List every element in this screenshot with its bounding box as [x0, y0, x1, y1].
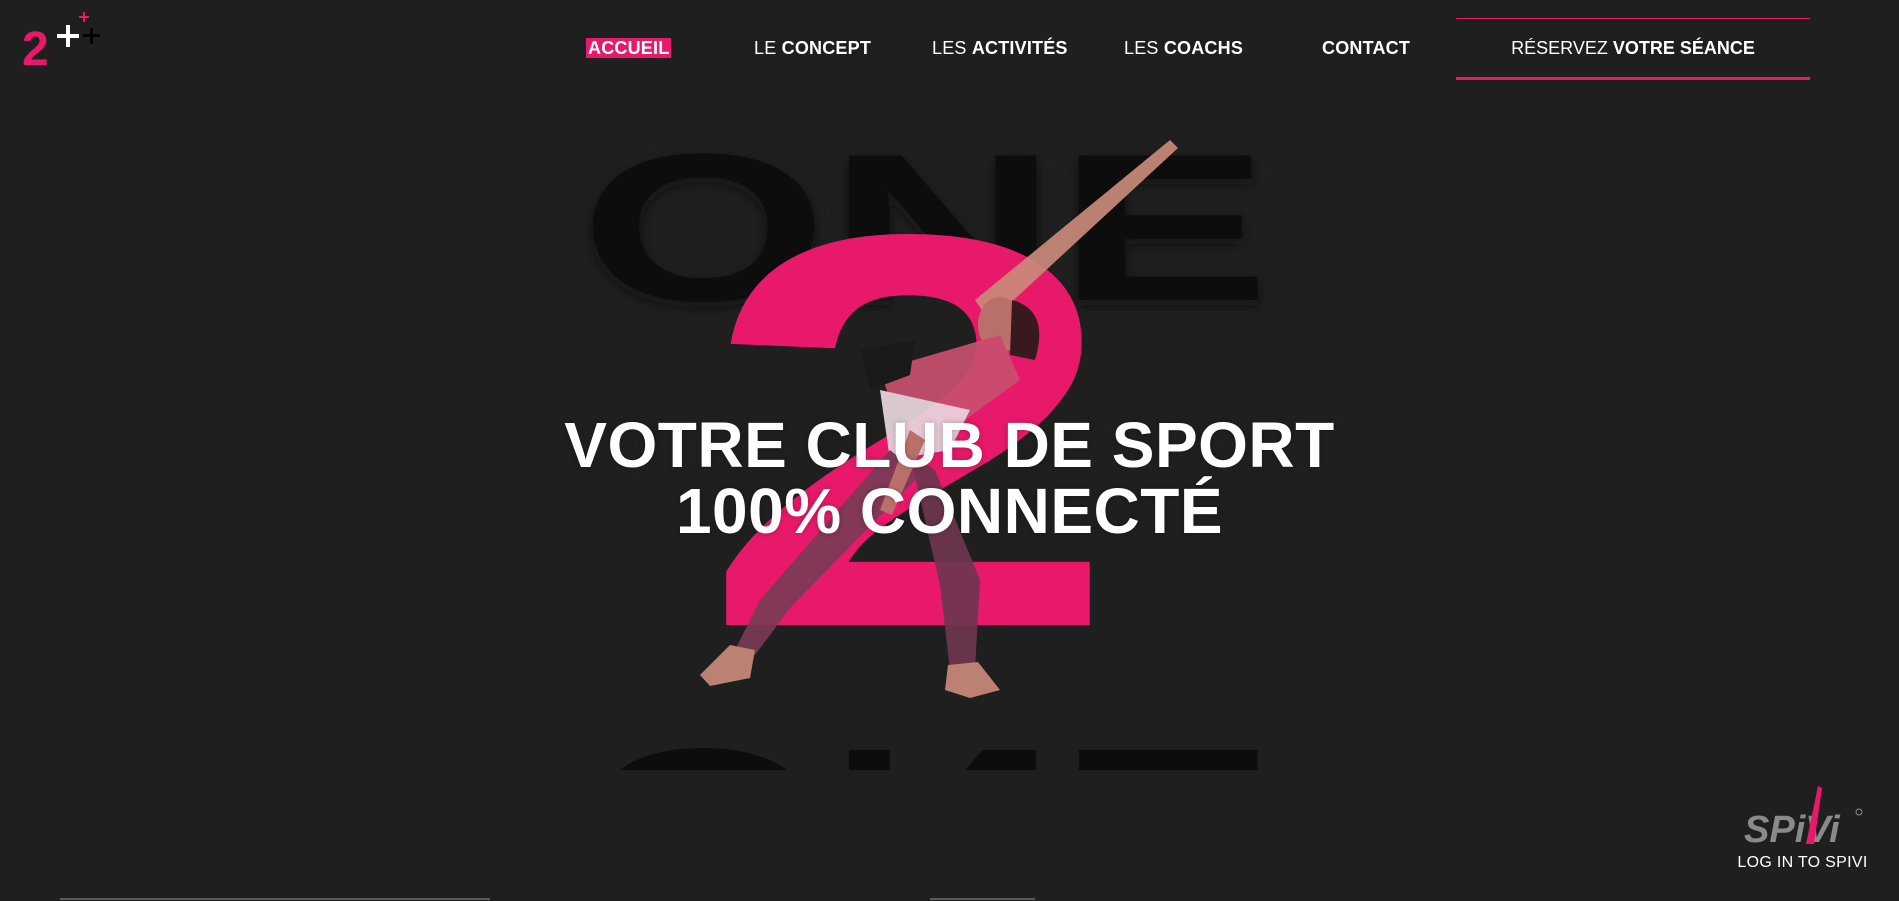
nav-coachs-prefix: LES	[1124, 38, 1159, 58]
nav-accueil-label: ACCUEIL	[586, 38, 672, 58]
spivi-brand: SPiVi	[1744, 809, 1841, 851]
headline-line-2: 100% CONNECTÉ	[675, 475, 1224, 547]
nav-contact[interactable]: CONTACT	[1322, 38, 1410, 59]
spivi-login-link[interactable]: SPiVi LOG IN TO SPIVI	[1730, 784, 1875, 884]
nav-concept[interactable]: LE CONCEPT	[754, 38, 871, 59]
nav-activites-prefix: LES	[932, 38, 967, 58]
nav-coachs-label: COACHS	[1163, 38, 1244, 58]
nav-contact-label: CONTACT	[1322, 38, 1411, 58]
headline-line-1: VOTRE CLUB DE SPORT	[564, 409, 1335, 481]
hero-headline: VOTRE CLUB DE SPORT 100% CONNECTÉ	[0, 412, 1899, 544]
nav-activites-label: ACTIVITÉS	[971, 38, 1068, 58]
logo-digit: 2	[22, 23, 49, 74]
nav-activites[interactable]: LES ACTIVITÉS	[932, 38, 1068, 59]
bottom-divider-center	[930, 898, 1035, 900]
reserve-label: VOTRE SÉANCE	[1612, 37, 1755, 58]
logo[interactable]: 2	[22, 10, 112, 76]
spivi-logo: SPiVi	[1744, 786, 1862, 851]
nav-accueil[interactable]: ACCUEIL	[586, 38, 672, 59]
nav-concept-label: CONCEPT	[781, 38, 872, 58]
reserve-prefix: RÉSERVEZ	[1511, 37, 1608, 58]
logo-mark: 2	[22, 12, 100, 76]
nav-coachs[interactable]: LES COACHS	[1124, 38, 1243, 59]
nav-concept-prefix: LE	[754, 38, 777, 58]
spivi-login-label: LOG IN TO SPIVI	[1737, 854, 1868, 871]
bottom-divider-left	[60, 898, 490, 900]
reserve-session-button[interactable]: RÉSERVEZ VOTRE SÉANCE	[1456, 18, 1810, 80]
